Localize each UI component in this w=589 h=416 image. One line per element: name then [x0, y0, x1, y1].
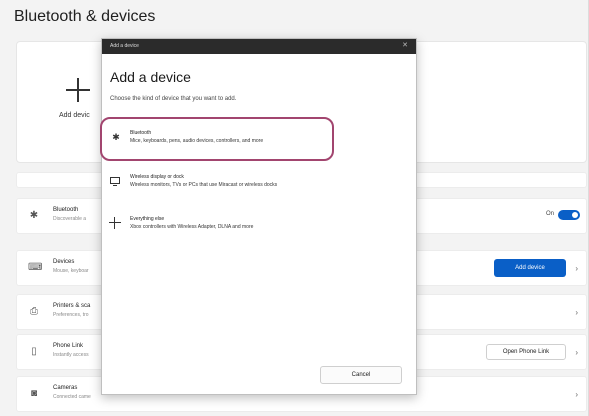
close-icon[interactable]: ✕ [402, 41, 408, 49]
dialog-titlebar-text: Add a device [110, 43, 139, 49]
option-desc: Wireless monitors, TVs or PCs that use M… [130, 182, 278, 188]
camera-icon: ◙ [30, 388, 38, 399]
chevron-right-icon: › [575, 390, 578, 399]
bluetooth-icon: ✱ [112, 132, 120, 142]
add-device-dialog: Add a device ✕ Add a device Choose the k… [100, 38, 417, 395]
row-title: Devices [53, 259, 75, 265]
dialog-heading: Add a device [110, 69, 191, 85]
monitor-icon [110, 177, 120, 186]
devices-icon: ⌨ [28, 262, 43, 273]
option-wireless-display[interactable]: Wireless display or dock Wireless monito… [104, 169, 404, 199]
option-title: Wireless display or dock [130, 174, 184, 180]
option-title: Everything else [130, 216, 165, 222]
open-phone-link-button[interactable]: Open Phone Link [486, 344, 566, 360]
add-device-button[interactable]: Add device [494, 259, 566, 277]
chevron-right-icon: › [575, 264, 578, 273]
row-subtitle: Instantly access [53, 352, 89, 358]
dialog-subtitle: Choose the kind of device that you want … [110, 96, 237, 102]
cancel-button[interactable]: Cancel [320, 366, 402, 384]
option-everything-else[interactable]: Everything else Xbox controllers with Wi… [104, 211, 404, 241]
printer-icon: ⎙ [30, 306, 38, 317]
bluetooth-toggle[interactable] [558, 210, 580, 220]
page-title: Bluetooth & devices [14, 8, 156, 25]
option-desc: Mice, keyboards, pens, audio devices, co… [130, 138, 264, 144]
row-title: Bluetooth [53, 207, 79, 213]
option-title: Bluetooth [130, 130, 152, 136]
row-subtitle: Discoverable a [53, 216, 87, 222]
chevron-right-icon: › [575, 348, 578, 357]
phone-icon: ▯ [31, 346, 37, 357]
chevron-right-icon: › [575, 308, 578, 317]
bluetooth-icon: ✱ [29, 210, 39, 221]
toggle-label: On [545, 211, 554, 217]
row-title: Cameras [53, 385, 78, 391]
row-title: Printers & sca [53, 303, 91, 309]
row-title: Phone Link [53, 343, 84, 349]
row-subtitle: Connected came [53, 394, 91, 400]
row-subtitle: Preferences, tro [53, 312, 89, 318]
plus-icon [109, 217, 121, 229]
row-subtitle: Mouse, keyboar [53, 268, 89, 274]
plus-icon [64, 76, 92, 104]
toggle-knob [572, 212, 578, 218]
dialog-titlebar: Add a device ✕ [102, 39, 416, 54]
add-device-tile-label: Add devic [59, 112, 90, 119]
option-bluetooth[interactable]: ✱ Bluetooth Mice, keyboards, pens, audio… [100, 117, 404, 161]
option-desc: Xbox controllers with Wireless Adapter, … [130, 224, 254, 230]
